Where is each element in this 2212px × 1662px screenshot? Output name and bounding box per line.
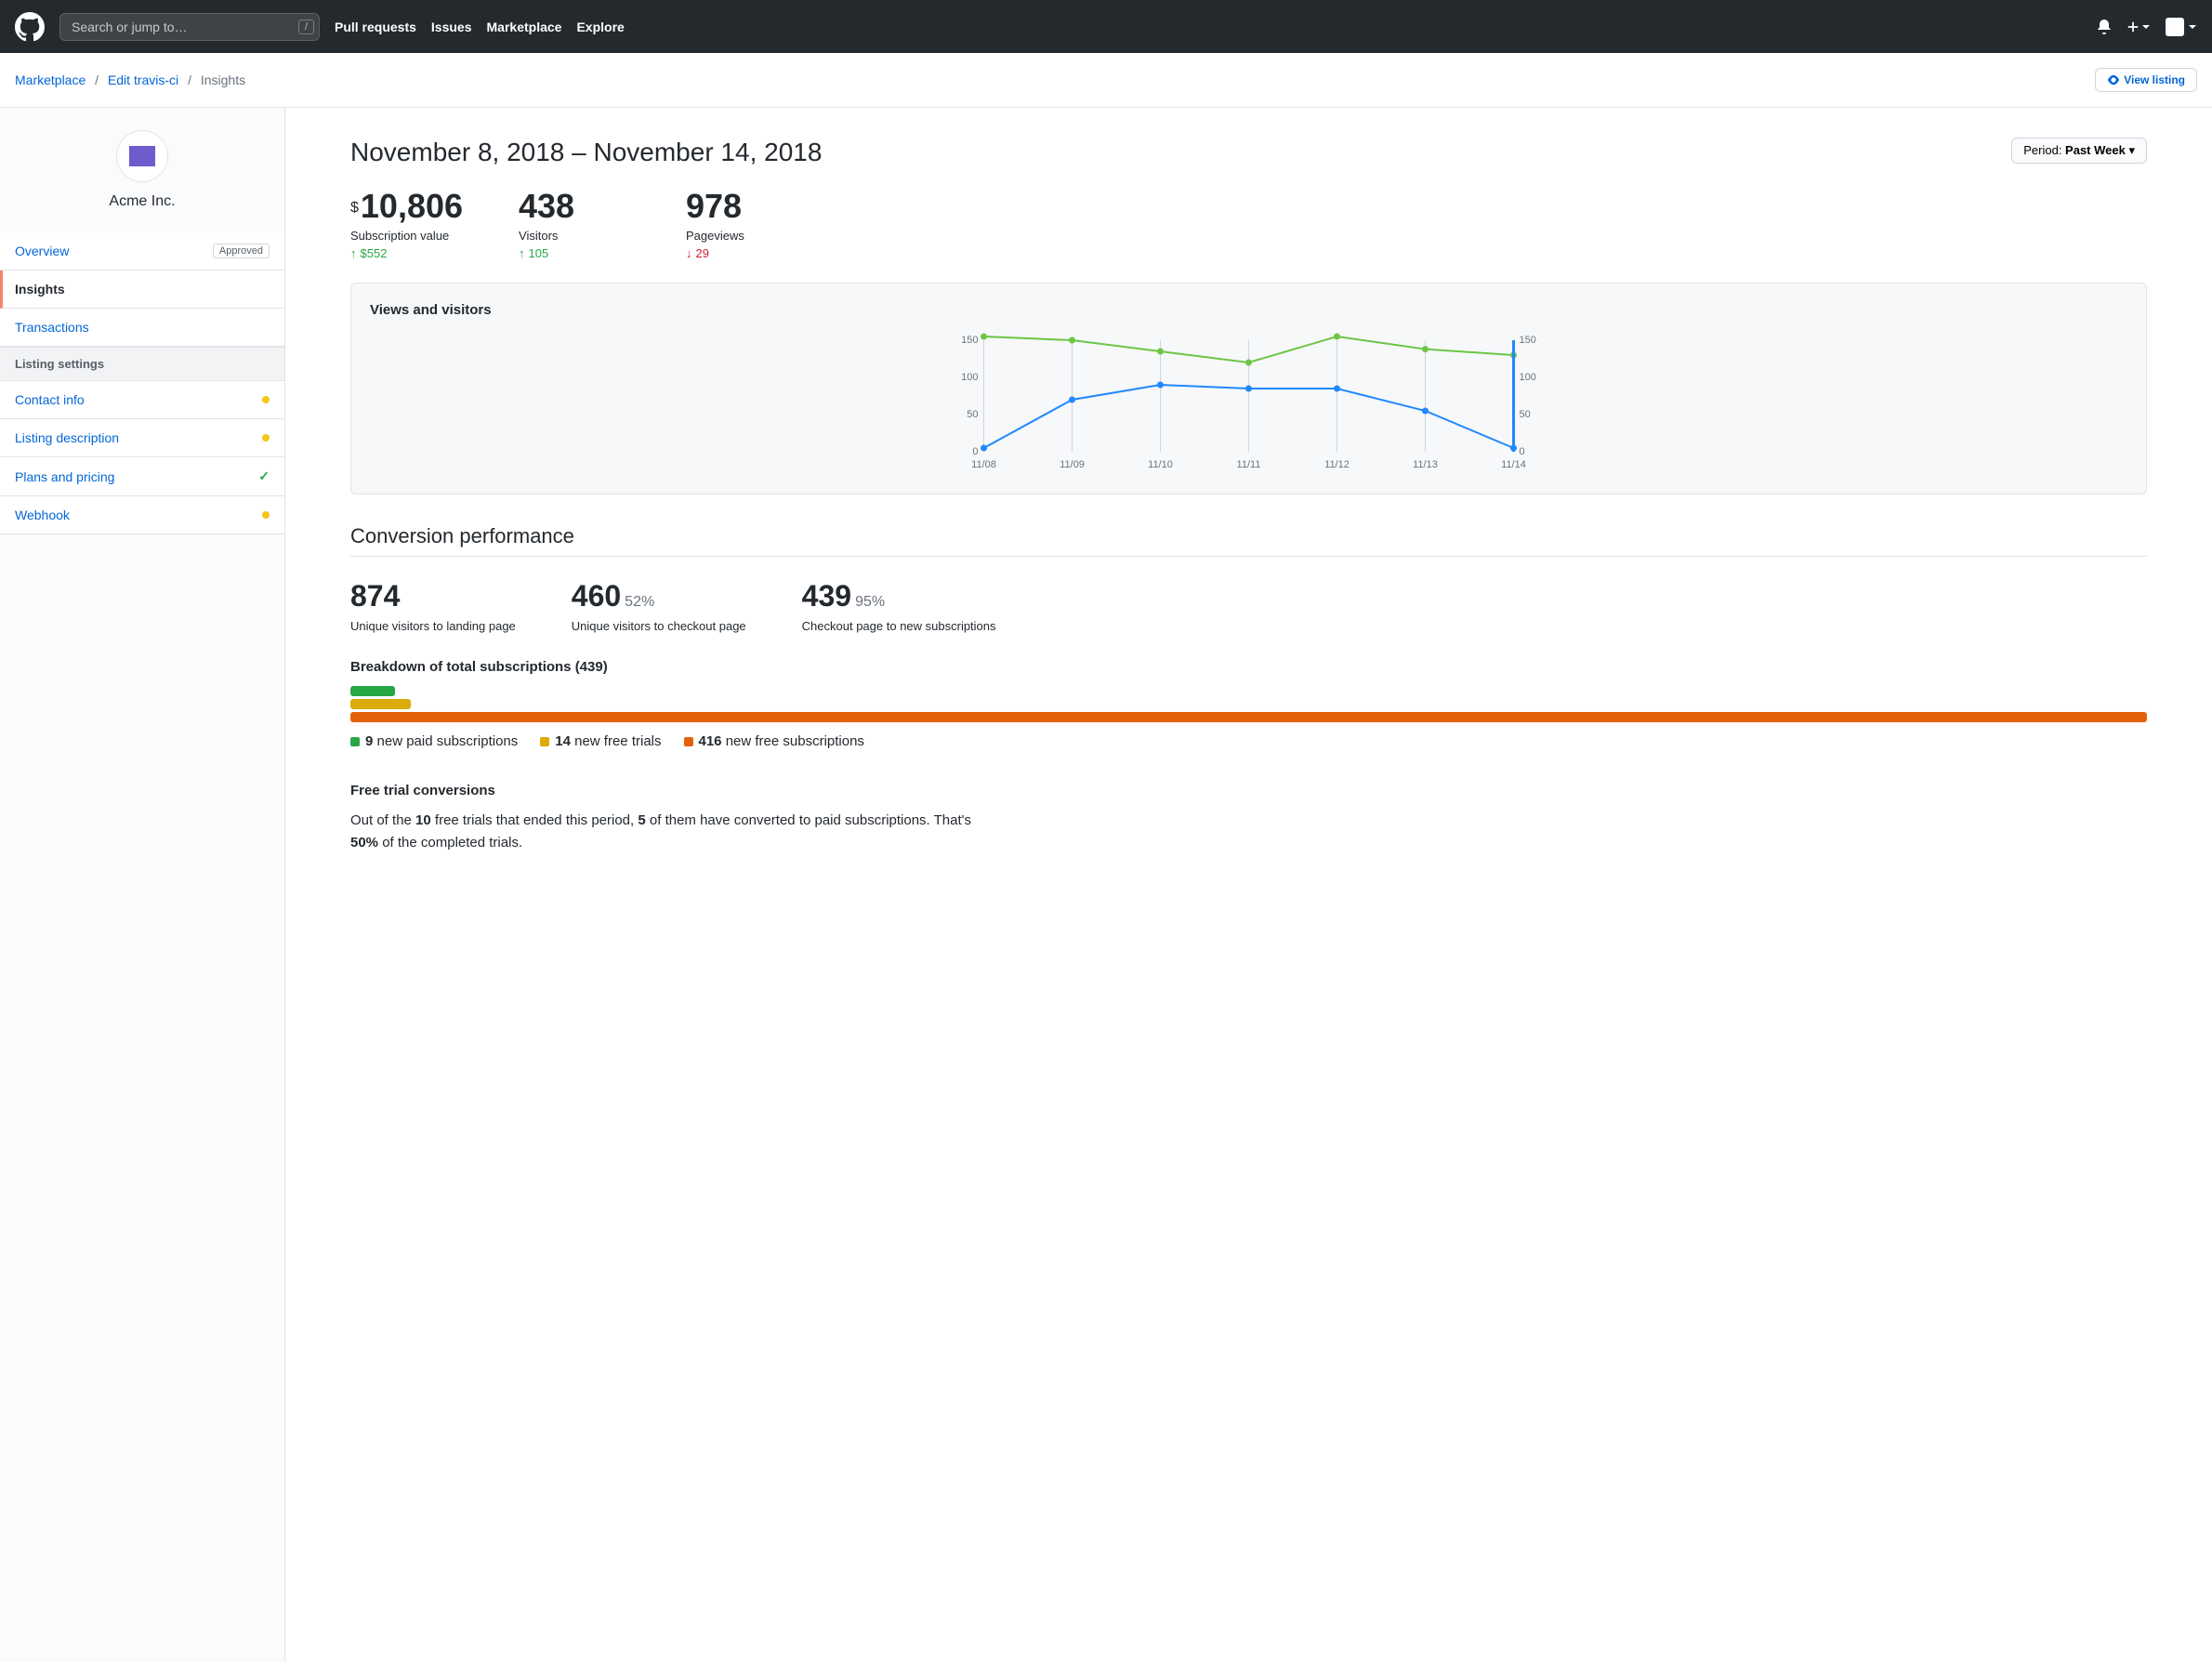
conversion-header: Conversion performance [350,524,2147,548]
conv-checkout: 46052% Unique visitors to checkout page [572,579,746,633]
free-trial-header: Free trial conversions [350,783,2147,798]
period-selector[interactable]: Period: Past Week ▾ [2011,138,2147,164]
svg-text:0: 0 [1520,446,1525,457]
status-dot-icon [262,434,270,442]
svg-text:11/09: 11/09 [1060,459,1085,470]
status-badge: Approved [213,244,270,258]
views-visitors-card: Views and visitors 11/0811/0911/1011/111… [350,283,2147,495]
view-listing-button[interactable]: View listing [2095,68,2197,92]
svg-text:100: 100 [1520,372,1536,383]
check-icon: ✓ [258,468,270,484]
chevron-down-icon: ▾ [2128,143,2135,157]
crumb-edit-listing[interactable]: Edit travis-ci [108,73,178,87]
stat-subscription-value: $10,806 Subscription value ↑$552 [350,190,463,260]
svg-text:100: 100 [961,372,978,383]
sidebar-item-overview[interactable]: Overview Approved [0,232,284,270]
sidebar-item-transactions[interactable]: Transactions [0,309,284,347]
breakdown-legend: 9 new paid subscriptions14 new free tria… [350,733,2147,749]
svg-text:50: 50 [1520,409,1531,420]
conv-subscriptions: 43995% Checkout page to new subscription… [802,579,996,633]
sidebar-item-webhook[interactable]: Webhook [0,496,284,534]
svg-text:150: 150 [1520,335,1536,346]
sidebar-item-insights[interactable]: Insights [0,270,284,309]
svg-text:11/08: 11/08 [971,459,996,470]
arrow-up-icon: ↑ [350,246,357,260]
svg-text:11/10: 11/10 [1148,459,1173,470]
status-dot-icon [262,511,270,519]
avatar [2166,18,2184,36]
nav-issues[interactable]: Issues [431,20,472,34]
status-dot-icon [262,396,270,403]
app-name: Acme Inc. [15,193,270,210]
svg-text:11/11: 11/11 [1237,459,1261,470]
sidebar-item-contact-info[interactable]: Contact info [0,381,284,419]
svg-text:150: 150 [961,335,978,346]
eye-icon [2107,73,2120,86]
sidebar-item-listing-description[interactable]: Listing description [0,419,284,457]
svg-text:11/12: 11/12 [1324,459,1350,470]
crumb-current: Insights [201,73,245,87]
chart-title: Views and visitors [370,302,2127,318]
search-input[interactable] [59,13,320,41]
nav-marketplace[interactable]: Marketplace [487,20,562,34]
line-chart: 11/08 11/09 11/10 11/11 11/12 11/13 11/14 0 50 10… [370,333,2127,472]
svg-text:11/14: 11/14 [1501,459,1526,470]
app-logo [116,130,168,182]
conv-landing: 874 Unique visitors to landing page [350,579,516,633]
stat-pageviews: 978 Pageviews ↓29 [686,190,797,260]
nav-explore[interactable]: Explore [576,20,624,34]
svg-text:11/13: 11/13 [1413,459,1438,470]
bell-icon[interactable] [2097,20,2112,34]
breakdown-bars [350,686,2147,722]
svg-text:50: 50 [967,409,978,420]
sidebar-settings-header: Listing settings [0,347,284,381]
github-logo-icon[interactable] [15,12,45,42]
stat-visitors: 438 Visitors ↑105 [519,190,630,260]
date-range-heading: November 8, 2018 – November 14, 2018 [350,138,822,167]
breadcrumb: Marketplace / Edit travis-ci / Insights [15,73,245,87]
breakdown-title: Breakdown of total subscriptions (439) [350,659,2147,675]
arrow-down-icon: ↓ [686,246,692,260]
arrow-up-icon: ↑ [519,246,525,260]
user-menu-button[interactable] [2166,18,2197,36]
new-menu-button[interactable] [2126,20,2151,33]
svg-text:0: 0 [972,446,978,457]
crumb-marketplace[interactable]: Marketplace [15,73,86,87]
free-trial-body: Out of the 10 free trials that ended thi… [350,810,982,854]
nav-pull-requests[interactable]: Pull requests [335,20,416,34]
sidebar-item-plans-pricing[interactable]: Plans and pricing ✓ [0,457,284,496]
slash-hotkey-badge: / [298,20,314,34]
